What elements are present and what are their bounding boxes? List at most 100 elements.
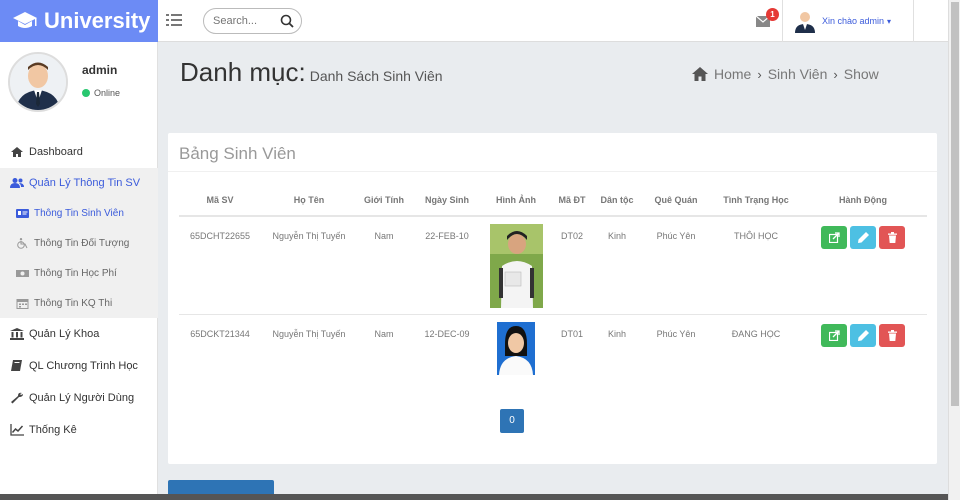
page-subtitle: Danh Sách Sinh Viên xyxy=(309,68,443,84)
brand-name: University xyxy=(44,8,151,33)
sidebar-subitem-label: Thông Tin Học Phí xyxy=(34,267,117,279)
cell-actions xyxy=(799,314,927,382)
page-title: Danh mục: Danh Sách Sinh Viên xyxy=(180,57,443,88)
cell-ngay-sinh: 12-DEC-09 xyxy=(424,328,470,339)
user-avatar-icon xyxy=(795,12,815,33)
breadcrumb-section[interactable]: Sinh Viên xyxy=(768,66,828,82)
share-icon xyxy=(828,232,840,243)
sidebar-item-student-info[interactable]: Quản Lý Thông Tin SV xyxy=(0,168,158,198)
sidebar-item-label: QL Chương Trình Học xyxy=(29,360,138,372)
sidebar-subitem-tuition[interactable]: Thông Tin Học Phí xyxy=(0,258,158,288)
sidebar-item-faculty[interactable]: Quản Lý Khoa xyxy=(0,318,158,350)
cell-que-quan: Phúc Yên xyxy=(639,216,713,315)
column-header: Tình Trạng Học xyxy=(713,185,799,217)
trash-icon xyxy=(887,232,897,243)
cell-dan-toc: Kinh xyxy=(595,216,639,315)
sidebar-item-statistics[interactable]: Thống Kê xyxy=(0,414,158,446)
user-portrait-icon xyxy=(10,54,66,110)
bank-icon xyxy=(10,328,24,340)
sidebar-subitem-label: Thông Tin Đối Tượng xyxy=(34,237,130,249)
list-menu-icon[interactable] xyxy=(166,12,182,28)
page-title-text: Danh mục: xyxy=(180,57,306,87)
student-photo xyxy=(497,321,535,375)
table-row: 65DCHT22655 Nguyễn Thị Tuyến Nam 22-FEB-… xyxy=(179,216,927,315)
user-profile: admin Online xyxy=(0,42,158,128)
cell-que-quan: Phúc Yên xyxy=(656,328,696,339)
scrollbar-thumb[interactable] xyxy=(951,2,959,406)
sidebar-nav: Dashboard Quản Lý Thông Tin SV Thông Tin… xyxy=(0,136,158,446)
sidebar-item-curriculum[interactable]: QL Chương Trình Học xyxy=(0,350,158,382)
column-header: Mã ĐT xyxy=(549,185,595,217)
share-button[interactable] xyxy=(821,323,847,347)
avatar xyxy=(8,52,68,112)
top-navbar: 1 Xin chào admin ▾ xyxy=(158,0,960,42)
pagination-page[interactable]: 0 xyxy=(500,409,524,433)
status-text: Online xyxy=(94,88,121,98)
cell-tinh-trang: THÔI HỌC xyxy=(713,216,799,315)
pencil-icon xyxy=(857,329,869,341)
horizontal-scrollbar[interactable] xyxy=(0,494,948,500)
column-header: Dân tộc xyxy=(595,185,639,217)
cell-ma-dt: DT01 xyxy=(560,328,583,339)
wrench-icon xyxy=(11,392,23,404)
sidebar-item-label: Thống Kê xyxy=(29,424,77,436)
search-input[interactable] xyxy=(213,13,279,29)
money-icon xyxy=(16,269,29,277)
divider xyxy=(168,171,937,172)
breadcrumb: Home › Sinh Viên › Show xyxy=(692,66,879,82)
cell-dan-toc: Kinh xyxy=(607,328,626,339)
student-panel: Bảng Sinh Viên Mã SV Họ Tên Giới Tính Ng… xyxy=(168,133,937,464)
delete-button[interactable] xyxy=(879,323,905,347)
student-photo xyxy=(489,224,543,308)
column-header: Ngày Sinh xyxy=(411,185,483,217)
sidebar: admin Online Dashboard Quản Lý Thông Tin… xyxy=(0,42,158,500)
calendar-icon xyxy=(16,298,29,309)
sidebar-item-label: Quản Lý Khoa xyxy=(29,328,100,340)
column-header: Hành Động xyxy=(799,185,927,217)
pencil-icon xyxy=(857,232,869,243)
student-table: Mã SV Họ Tên Giới Tính Ngày Sinh Hình Ản… xyxy=(179,185,927,382)
cell-gioi-tinh: Nam xyxy=(374,328,394,339)
breadcrumb-current: Show xyxy=(843,66,879,82)
sidebar-subitem-student[interactable]: Thông Tin Sinh Viên xyxy=(0,198,158,228)
sidebar-subitem-exam[interactable]: Thông Tin KQ Thi xyxy=(0,288,158,318)
sidebar-subitem-object[interactable]: Thông Tin Đối Tượng xyxy=(0,228,158,258)
share-button[interactable] xyxy=(821,226,847,249)
line-chart-icon xyxy=(10,424,24,436)
cell-ho-ten: Nguyễn Thị Tuyến xyxy=(272,328,346,339)
users-icon xyxy=(10,178,24,188)
sidebar-item-users[interactable]: Quản Lý Người Dùng xyxy=(0,382,158,414)
breadcrumb-home[interactable]: Home xyxy=(714,66,751,82)
edit-button[interactable] xyxy=(850,226,876,249)
home-icon[interactable] xyxy=(692,67,708,81)
search-box xyxy=(203,8,302,34)
cell-hinh-anh xyxy=(483,314,549,382)
sidebar-item-dashboard[interactable]: Dashboard xyxy=(0,136,158,168)
profile-name: admin xyxy=(82,63,118,77)
status-dot-icon xyxy=(82,89,90,97)
cell-hinh-anh xyxy=(483,216,549,315)
brand-logo[interactable]: University xyxy=(0,0,158,42)
sidebar-item-label: Quản Lý Người Dùng xyxy=(29,392,135,404)
edit-button[interactable] xyxy=(850,323,876,347)
chevron-right-icon: › xyxy=(833,66,838,82)
graduation-cap-icon xyxy=(13,12,37,28)
wheelchair-icon xyxy=(17,237,28,249)
search-icon[interactable] xyxy=(280,14,294,28)
panel-title: Bảng Sinh Viên xyxy=(179,144,296,163)
column-header: Mã SV xyxy=(179,185,261,217)
cell-actions xyxy=(799,216,927,315)
cell-ho-ten: Nguyễn Thị Tuyến xyxy=(261,216,357,315)
delete-button[interactable] xyxy=(879,226,905,249)
user-dropdown[interactable]: Xin chào admin ▾ xyxy=(782,0,914,42)
chevron-down-icon: ▾ xyxy=(887,16,892,26)
greeting-text: Xin chào admin xyxy=(822,16,885,26)
table-header-row: Mã SV Họ Tên Giới Tính Ngày Sinh Hình Ản… xyxy=(179,185,927,217)
column-header: Quê Quán xyxy=(639,185,713,217)
sidebar-item-label: Dashboard xyxy=(29,146,83,158)
sidebar-subitem-label: Thông Tin KQ Thi xyxy=(34,297,113,309)
cell-ma-dt: DT02 xyxy=(549,216,595,315)
column-header: Hình Ảnh xyxy=(483,185,549,217)
column-header: Giới Tính xyxy=(357,185,411,217)
vertical-scrollbar[interactable] xyxy=(948,0,960,500)
